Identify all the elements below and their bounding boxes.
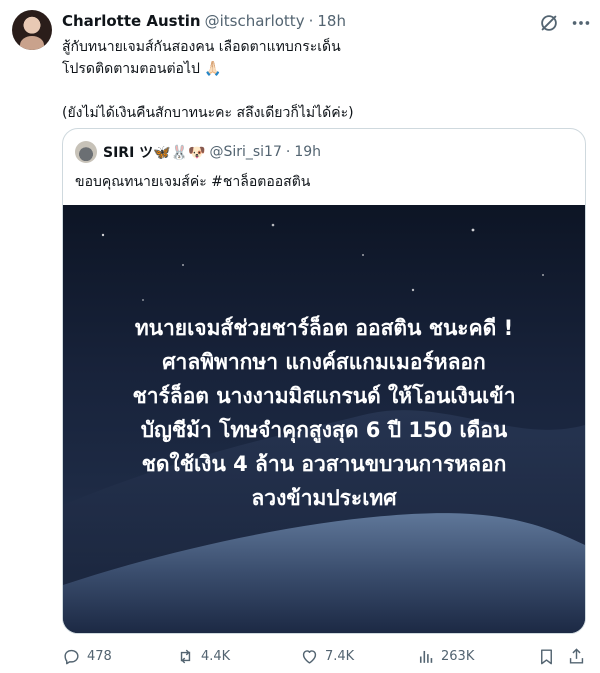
like-count: 7.4K xyxy=(325,648,355,664)
tweet-text-line: โปรดติดตามตอนต่อไป 🙏🏻 xyxy=(62,61,222,77)
tweet-text-line: สู้กับทนายเจมส์กันสองคน เลือดตาแทบกระเด็… xyxy=(62,39,341,55)
tweet-text-note: (ยังไม่ได้เงินคืนสักบาทนะคะ สลึงเดียวก็ไ… xyxy=(62,105,354,121)
tweet-timestamp[interactable]: 18h xyxy=(317,12,346,30)
grok-icon[interactable] xyxy=(538,12,560,34)
image-text-line: ลวงข้ามประเทศ xyxy=(251,486,397,510)
share-button[interactable] xyxy=(567,644,592,668)
more-icon[interactable] xyxy=(570,12,592,34)
image-text-line: ทนายเจมส์ช่วยชาร์ล็อต ออสติน ชนะคดี ! xyxy=(134,316,514,340)
repost-button[interactable]: 4.4K xyxy=(176,644,230,668)
tweet-actions: 478 4.4K 7.4K 263K xyxy=(62,644,590,668)
author-avatar[interactable] xyxy=(12,10,52,50)
image-text-line: บัญชีม้า โทษจำคุกสูงสุด 6 ปี 150 เดือน xyxy=(140,418,508,442)
quoted-tweet[interactable]: SIRI ツ🦋🐰🐶 @Siri_si17 · 19h ขอบคุณทนายเจม… xyxy=(62,128,586,634)
bookmark-icon xyxy=(541,648,552,664)
image-overlay-text: ทนายเจมส์ช่วยชาร์ล็อต ออสติน ชนะคดี ! ศา… xyxy=(63,311,585,515)
separator-dot: · xyxy=(308,12,314,30)
author-handle[interactable]: @itscharlotty xyxy=(205,12,305,30)
share-icon xyxy=(569,647,584,664)
repost-icon xyxy=(180,649,191,663)
tweet-header: Charlotte Austin @itscharlotty · 18h xyxy=(62,10,346,32)
like-button[interactable]: 7.4K xyxy=(300,644,354,668)
quoted-tweet-image[interactable]: ทนายเจมส์ช่วยชาร์ล็อต ออสติน ชนะคดี ! ศา… xyxy=(63,205,585,633)
like-icon xyxy=(302,649,317,664)
quoted-tweet-text: ขอบคุณทนายเจมส์ค่ะ #ชาล็อตออสติน xyxy=(75,174,311,190)
reply-icon xyxy=(64,649,79,664)
reply-button[interactable]: 478 xyxy=(62,644,112,668)
view-count: 263K xyxy=(441,648,475,664)
quoted-author-avatar xyxy=(75,141,97,163)
quoted-tweet-timestamp: 19h xyxy=(294,144,322,160)
repost-count: 4.4K xyxy=(201,648,231,664)
image-text-line: ชดใช้เงิน 4 ล้าน อวสานขบวนการหลอก xyxy=(141,452,507,476)
quoted-tweet-header: SIRI ツ🦋🐰🐶 @Siri_si17 · 19h xyxy=(103,141,321,163)
image-text-line: ศาลพิพากษา แกงค์สแกมเมอร์หลอก xyxy=(162,350,486,374)
image-text-line: ชาร์ล็อต นางงามมิสแกรนด์ ให้โอนเงินเข้า xyxy=(132,384,516,408)
quoted-author-handle: @Siri_si17 xyxy=(209,144,282,160)
author-display-name[interactable]: Charlotte Austin xyxy=(62,12,201,30)
tweet-text: สู้กับทนายเจมส์กันสองคน เลือดตาแทบกระเด็… xyxy=(62,36,582,124)
views-icon xyxy=(419,650,433,663)
bookmark-button[interactable] xyxy=(537,644,562,668)
reply-count: 478 xyxy=(87,648,112,664)
separator-dot: · xyxy=(285,144,291,160)
views-button[interactable]: 263K xyxy=(416,644,474,668)
quoted-author-display-name: SIRI ツ🦋🐰🐶 xyxy=(103,145,206,161)
